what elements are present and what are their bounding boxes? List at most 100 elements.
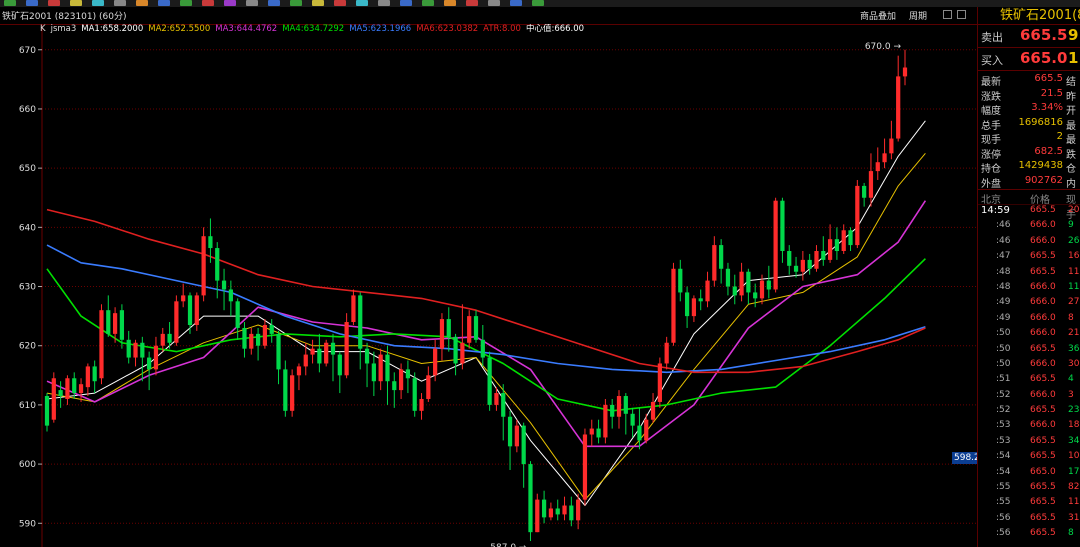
- candle[interactable]: [487, 351, 492, 411]
- candle[interactable]: [541, 490, 547, 524]
- candle[interactable]: [364, 342, 370, 388]
- blue-icon[interactable]: [26, 0, 38, 6]
- candle[interactable]: [392, 372, 397, 408]
- candle[interactable]: [773, 197, 778, 293]
- candle[interactable]: [814, 245, 819, 272]
- candle[interactable]: [153, 336, 159, 376]
- candle[interactable]: [753, 283, 758, 308]
- candle[interactable]: [290, 369, 295, 417]
- candle[interactable]: [147, 351, 152, 391]
- red-icon[interactable]: [202, 0, 214, 6]
- candle[interactable]: [235, 298, 240, 340]
- green-icon[interactable]: [532, 0, 544, 6]
- candle[interactable]: [691, 295, 697, 323]
- candle[interactable]: [358, 292, 363, 370]
- candle[interactable]: [106, 295, 111, 337]
- candle[interactable]: [848, 227, 853, 252]
- red-icon[interactable]: [466, 0, 478, 6]
- candle[interactable]: [467, 310, 472, 349]
- green-icon[interactable]: [4, 0, 16, 6]
- green-icon[interactable]: [180, 0, 192, 6]
- candle[interactable]: [800, 251, 805, 281]
- candle[interactable]: [296, 363, 302, 391]
- cyan-icon[interactable]: [356, 0, 368, 6]
- candle[interactable]: [766, 265, 771, 299]
- candle[interactable]: [514, 419, 519, 453]
- red-icon[interactable]: [48, 0, 60, 6]
- blue-icon[interactable]: [510, 0, 522, 6]
- candle[interactable]: [337, 351, 342, 394]
- candle[interactable]: [712, 236, 717, 287]
- candle[interactable]: [535, 493, 540, 533]
- candle[interactable]: [875, 147, 880, 180]
- overlay-button[interactable]: 商品叠加: [860, 9, 896, 22]
- candle[interactable]: [569, 496, 574, 527]
- candle[interactable]: [255, 327, 261, 361]
- candle[interactable]: [739, 262, 744, 302]
- candle[interactable]: [555, 499, 560, 521]
- grey-icon[interactable]: [114, 0, 126, 6]
- candle[interactable]: [65, 375, 70, 405]
- candle[interactable]: [780, 197, 785, 263]
- candle[interactable]: [719, 239, 724, 284]
- green-icon[interactable]: [422, 0, 434, 6]
- candle[interactable]: [896, 55, 901, 142]
- candle[interactable]: [51, 372, 56, 423]
- candle[interactable]: [793, 256, 799, 278]
- candle[interactable]: [650, 393, 656, 423]
- candlestick-chart[interactable]: 670 660 650 640 630 620 610 600 590 K jsma3 MA1:658…: [0, 24, 977, 547]
- candle[interactable]: [201, 227, 206, 302]
- candle[interactable]: [160, 327, 165, 352]
- buy-row[interactable]: 买入 665.0 1: [978, 48, 1080, 71]
- candle[interactable]: [732, 274, 737, 305]
- candle[interactable]: [902, 49, 908, 86]
- candle[interactable]: [44, 393, 50, 432]
- candle[interactable]: [405, 360, 411, 394]
- candle[interactable]: [787, 245, 792, 275]
- yellow-icon[interactable]: [70, 0, 82, 6]
- candle[interactable]: [446, 307, 451, 352]
- candle[interactable]: [834, 227, 840, 260]
- candle[interactable]: [671, 262, 676, 346]
- blue-icon[interactable]: [400, 0, 412, 6]
- candle[interactable]: [92, 360, 97, 394]
- purple-icon[interactable]: [224, 0, 236, 6]
- candle[interactable]: [644, 413, 649, 444]
- candle[interactable]: [746, 268, 751, 305]
- grey-icon[interactable]: [246, 0, 258, 6]
- candle[interactable]: [249, 327, 254, 355]
- candle[interactable]: [310, 339, 315, 364]
- cyan-icon[interactable]: [92, 0, 104, 6]
- candle[interactable]: [262, 319, 268, 349]
- tick-list[interactable]: 14:59 665.5 20:46 666.0 9:46 666.0 26:47 665.5 1…: [978, 205, 1080, 544]
- candle[interactable]: [371, 351, 376, 397]
- orange-icon[interactable]: [136, 0, 148, 6]
- candle[interactable]: [283, 360, 288, 417]
- grey-icon[interactable]: [378, 0, 390, 6]
- candle[interactable]: [807, 253, 812, 275]
- candle[interactable]: [705, 271, 710, 308]
- candle[interactable]: [78, 378, 84, 402]
- red-icon[interactable]: [334, 0, 346, 6]
- yellow-icon[interactable]: [312, 0, 324, 6]
- candle[interactable]: [473, 310, 479, 343]
- candle[interactable]: [616, 390, 622, 429]
- candle[interactable]: [868, 153, 874, 207]
- candle[interactable]: [317, 333, 322, 373]
- candle[interactable]: [698, 289, 703, 311]
- candle[interactable]: [507, 410, 513, 471]
- candle[interactable]: [174, 295, 179, 346]
- green-icon[interactable]: [290, 0, 302, 6]
- candle[interactable]: [630, 407, 635, 438]
- candle[interactable]: [623, 393, 628, 435]
- candle[interactable]: [242, 322, 247, 358]
- candle[interactable]: [194, 292, 199, 331]
- orange-icon[interactable]: [444, 0, 456, 6]
- candle[interactable]: [181, 283, 186, 308]
- grey-icon[interactable]: [488, 0, 500, 6]
- candle[interactable]: [126, 330, 131, 364]
- candle[interactable]: [187, 292, 193, 334]
- period-button[interactable]: 周期: [909, 9, 927, 22]
- candle[interactable]: [385, 345, 390, 405]
- candle[interactable]: [589, 419, 594, 447]
